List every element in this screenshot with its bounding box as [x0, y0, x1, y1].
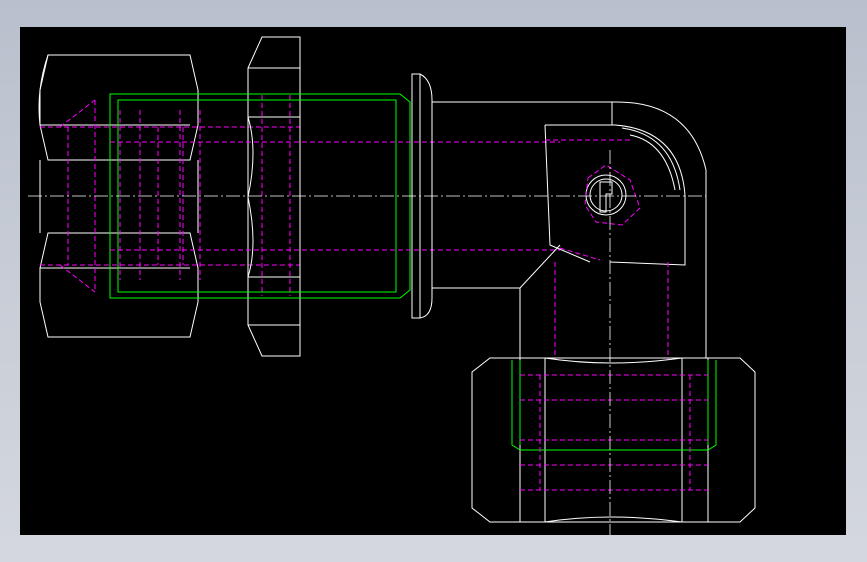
cad-drawing[interactable]: .o { fill: none; stroke: #ffffff; stroke…	[20, 27, 846, 535]
cad-viewport[interactable]: .o { fill: none; stroke: #ffffff; stroke…	[20, 27, 846, 535]
middle-hex-nut	[247, 36, 301, 357]
centerlines	[28, 150, 706, 535]
elbow-body	[432, 101, 707, 360]
bottom-hex-nut	[471, 357, 756, 523]
